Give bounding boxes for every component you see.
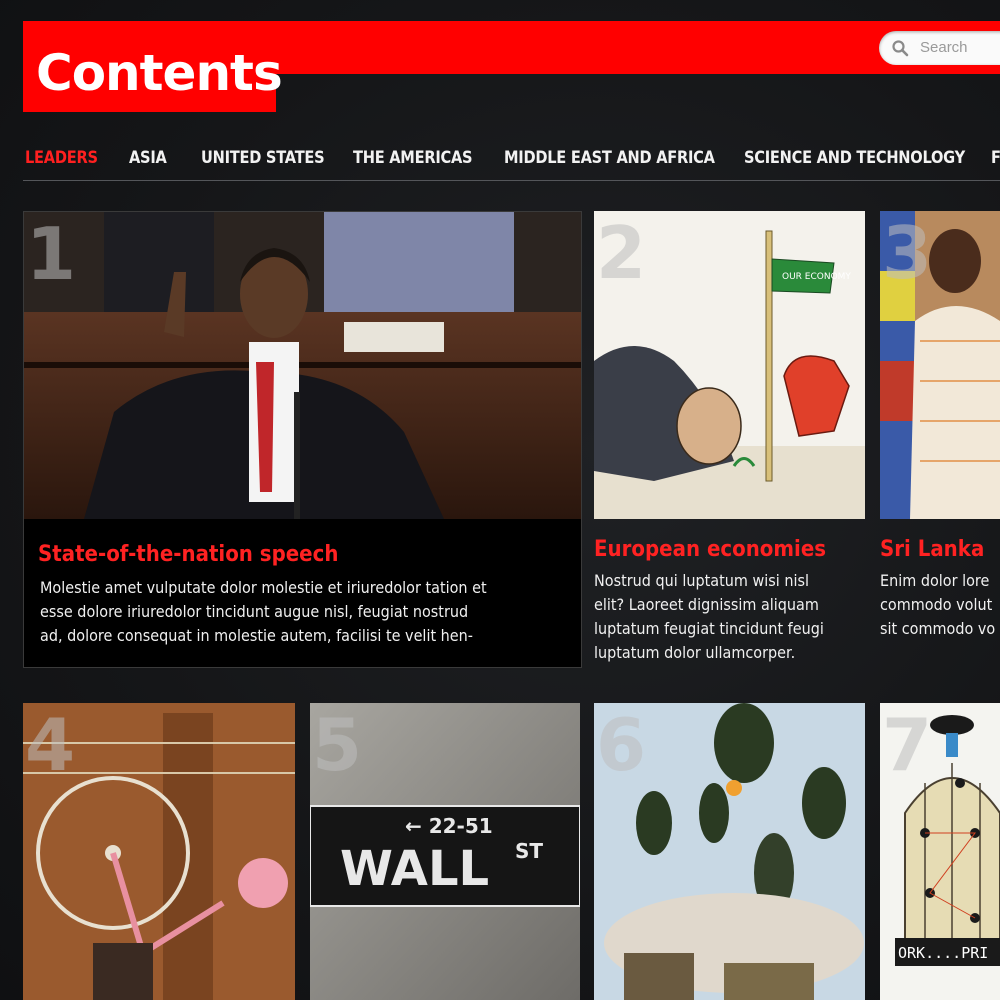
- nav-item-science-and-technology[interactable]: SCIENCE AND TECHNOLOGY: [744, 148, 965, 168]
- article-card-7[interactable]: ORK....PRI 7: [880, 703, 1000, 1000]
- summary-line: esse dolore iriuredolor tincidunt augue …: [40, 602, 469, 621]
- street-sign-suffix: ST: [515, 839, 543, 863]
- summary-line: Nostrud qui luptatum wisi nisl: [594, 571, 809, 590]
- article-number-4: 4: [25, 703, 76, 787]
- nav-item-united-states[interactable]: UNITED STATES: [201, 148, 325, 168]
- summary-line: sit commodo vo: [880, 619, 996, 638]
- article-card-3[interactable]: 3 Sri Lanka Enim dolor lore commodo volu…: [880, 211, 1000, 671]
- street-sign-arrow: ← 22-51: [405, 814, 493, 838]
- summary-line: elit? Laoreet dignissim aliquam: [594, 595, 819, 614]
- summary-line: ad, dolore consequat in molestie autem, …: [40, 626, 473, 645]
- article-number-2: 2: [596, 211, 647, 295]
- summary-line: Enim dolor lore: [880, 571, 990, 590]
- search-placeholder: Search: [920, 39, 968, 56]
- article-card-1[interactable]: 1 State-of-the-nation speech Molestie am…: [23, 211, 582, 668]
- article-card-5[interactable]: ← 22-51 WALL ST 5: [310, 703, 580, 1000]
- street-sign-main: WALL: [340, 841, 489, 897]
- nav-item-asia[interactable]: ASIA: [129, 148, 167, 168]
- article-summary-2: Nostrud qui luptatum wisi nisl elit? Lao…: [594, 569, 864, 665]
- article-number-3: 3: [882, 211, 933, 295]
- article-image-1: [24, 212, 581, 519]
- article-summary-1: Molestie amet vulputate dolor molestie e…: [40, 576, 544, 648]
- search-input[interactable]: Search: [879, 31, 1000, 65]
- article-number-5: 5: [312, 703, 363, 787]
- nav-item-the-americas[interactable]: THE AMERICAS: [353, 148, 473, 168]
- nav-item-middle-east-and-africa[interactable]: MIDDLE EAST AND AFRICA: [504, 148, 715, 168]
- nav-item-leaders[interactable]: LEADERS: [25, 148, 98, 168]
- summary-line: luptatum feugiat tincidunt feugi: [594, 619, 824, 638]
- image-caption: ORK....PRI: [898, 944, 988, 962]
- article-summary-3: Enim dolor lore commodo volut sit commod…: [880, 569, 1000, 641]
- summary-line: Molestie amet vulputate dolor molestie e…: [40, 578, 487, 597]
- article-card-2[interactable]: OUR ECONOMY 2 European economies Nostrud…: [594, 211, 865, 671]
- article-headline-1[interactable]: State-of-the-nation speech: [38, 542, 338, 567]
- article-card-4[interactable]: 4: [23, 703, 295, 1000]
- flag-text: OUR ECONOMY: [782, 272, 851, 282]
- article-card-6[interactable]: 6: [594, 703, 865, 1000]
- search-icon: [892, 40, 909, 57]
- summary-line: luptatum dolor ullamcorper.: [594, 643, 796, 662]
- article-number-1: 1: [26, 212, 77, 296]
- summary-line: commodo volut: [880, 595, 993, 614]
- article-number-7: 7: [882, 703, 933, 787]
- nav-item-truncated[interactable]: F: [991, 148, 1000, 168]
- article-headline-3[interactable]: Sri Lanka: [880, 537, 984, 562]
- section-nav: LEADERS ASIA UNITED STATES THE AMERICAS …: [23, 148, 1000, 181]
- article-number-6: 6: [596, 703, 647, 787]
- article-headline-2[interactable]: European economies: [594, 537, 826, 562]
- page-title: Contents: [36, 44, 283, 102]
